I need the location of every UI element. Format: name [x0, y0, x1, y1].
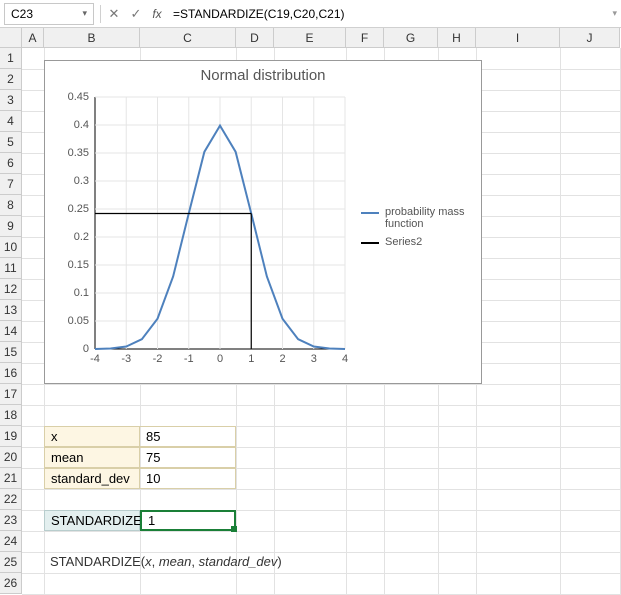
row-header-21[interactable]: 21 — [0, 468, 22, 489]
cancel-icon[interactable]: ✕ — [103, 6, 125, 22]
formula-input[interactable]: =STANDARDIZE(C19,C20,C21) — [167, 7, 608, 21]
row-header-2[interactable]: 2 — [0, 69, 22, 90]
row-header-14[interactable]: 14 — [0, 321, 22, 342]
row-header-11[interactable]: 11 — [0, 258, 22, 279]
ytick-label: 0.3 — [74, 175, 89, 187]
chart-plot-area: 00.050.10.150.20.250.30.350.40.45-4-3-2-… — [95, 97, 345, 349]
cell-c19-value[interactable]: 85 — [140, 426, 236, 447]
row-header-23[interactable]: 23 — [0, 510, 22, 531]
xtick-label: 2 — [279, 353, 285, 365]
ytick-label: 0.05 — [68, 315, 89, 327]
cell-b23-label[interactable]: STANDARDIZE — [44, 510, 140, 531]
ytick-label: 0.2 — [74, 231, 89, 243]
row-headers: 1234567891011121314151617181920212223242… — [0, 48, 22, 594]
row-header-22[interactable]: 22 — [0, 489, 22, 510]
col-header-D[interactable]: D — [236, 28, 274, 48]
row-header-24[interactable]: 24 — [0, 531, 22, 552]
divider — [100, 5, 101, 23]
xtick-label: 1 — [248, 353, 254, 365]
row-header-4[interactable]: 4 — [0, 111, 22, 132]
col-header-J[interactable]: J — [560, 28, 620, 48]
row-header-16[interactable]: 16 — [0, 363, 22, 384]
fx-icon[interactable]: fx — [147, 7, 167, 21]
cell-b20-label[interactable]: mean — [44, 447, 140, 468]
col-header-B[interactable]: B — [44, 28, 140, 48]
col-header-H[interactable]: H — [438, 28, 476, 48]
ytick-label: 0 — [83, 343, 89, 355]
cell-b19-label[interactable]: x — [44, 426, 140, 447]
legend-swatch-1 — [361, 212, 379, 214]
name-box-text: C23 — [11, 7, 82, 21]
row-header-17[interactable]: 17 — [0, 384, 22, 405]
ytick-label: 0.35 — [68, 147, 89, 159]
column-headers: ABCDEFGHIJ — [22, 28, 620, 48]
legend-label-2: Series2 — [385, 236, 422, 248]
active-cell[interactable]: 1 — [140, 510, 236, 531]
cell-c21-value[interactable]: 10 — [140, 468, 236, 489]
ytick-label: 0.1 — [74, 287, 89, 299]
xtick-label: -1 — [184, 353, 194, 365]
chevron-down-icon[interactable]: ▾ — [82, 8, 87, 19]
col-header-A[interactable]: A — [22, 28, 44, 48]
xtick-label: -2 — [153, 353, 163, 365]
xtick-label: 3 — [311, 353, 317, 365]
row-header-19[interactable]: 19 — [0, 426, 22, 447]
formula-expand-icon[interactable]: ▾ — [608, 8, 621, 19]
xtick-label: 4 — [342, 353, 348, 365]
confirm-icon[interactable]: ✓ — [125, 6, 147, 22]
row-header-18[interactable]: 18 — [0, 405, 22, 426]
xtick-label: -4 — [90, 353, 100, 365]
row-header-10[interactable]: 10 — [0, 237, 22, 258]
xtick-label: 0 — [217, 353, 223, 365]
legend-label-1: probability mass function — [385, 206, 479, 230]
xtick-label: -3 — [121, 353, 131, 365]
syntax-text[interactable]: STANDARDIZE(x, mean, standard_dev) — [44, 552, 344, 573]
row-header-9[interactable]: 9 — [0, 216, 22, 237]
name-box[interactable]: C23 ▾ — [4, 3, 94, 25]
row-header-1[interactable]: 1 — [0, 48, 22, 69]
ytick-label: 0.4 — [74, 119, 89, 131]
col-header-I[interactable]: I — [476, 28, 560, 48]
formula-bar: C23 ▾ ✕ ✓ fx =STANDARDIZE(C19,C20,C21) ▾ — [0, 0, 621, 28]
chart[interactable]: Normal distribution 00.050.10.150.20.250… — [44, 60, 482, 384]
row-header-6[interactable]: 6 — [0, 153, 22, 174]
select-all-corner[interactable] — [0, 28, 22, 48]
row-header-7[interactable]: 7 — [0, 174, 22, 195]
row-header-8[interactable]: 8 — [0, 195, 22, 216]
ytick-label: 0.15 — [68, 259, 89, 271]
series-marker — [95, 213, 251, 349]
col-header-E[interactable]: E — [274, 28, 346, 48]
ytick-label: 0.45 — [68, 91, 89, 103]
row-header-12[interactable]: 12 — [0, 279, 22, 300]
col-header-F[interactable]: F — [346, 28, 384, 48]
ytick-label: 0.25 — [68, 203, 89, 215]
row-header-20[interactable]: 20 — [0, 447, 22, 468]
chart-title: Normal distribution — [45, 67, 481, 84]
fill-handle[interactable] — [231, 526, 237, 532]
row-header-3[interactable]: 3 — [0, 90, 22, 111]
row-header-26[interactable]: 26 — [0, 573, 22, 594]
row-header-5[interactable]: 5 — [0, 132, 22, 153]
col-header-C[interactable]: C — [140, 28, 236, 48]
row-header-25[interactable]: 25 — [0, 552, 22, 573]
legend-swatch-2 — [361, 242, 379, 244]
row-header-15[interactable]: 15 — [0, 342, 22, 363]
row-header-13[interactable]: 13 — [0, 300, 22, 321]
cell-b21-label[interactable]: standard_dev — [44, 468, 140, 489]
col-header-G[interactable]: G — [384, 28, 438, 48]
cell-c23-value: 1 — [142, 512, 234, 533]
chart-legend: probability mass function Series2 — [361, 206, 479, 254]
cell-c20-value[interactable]: 75 — [140, 447, 236, 468]
